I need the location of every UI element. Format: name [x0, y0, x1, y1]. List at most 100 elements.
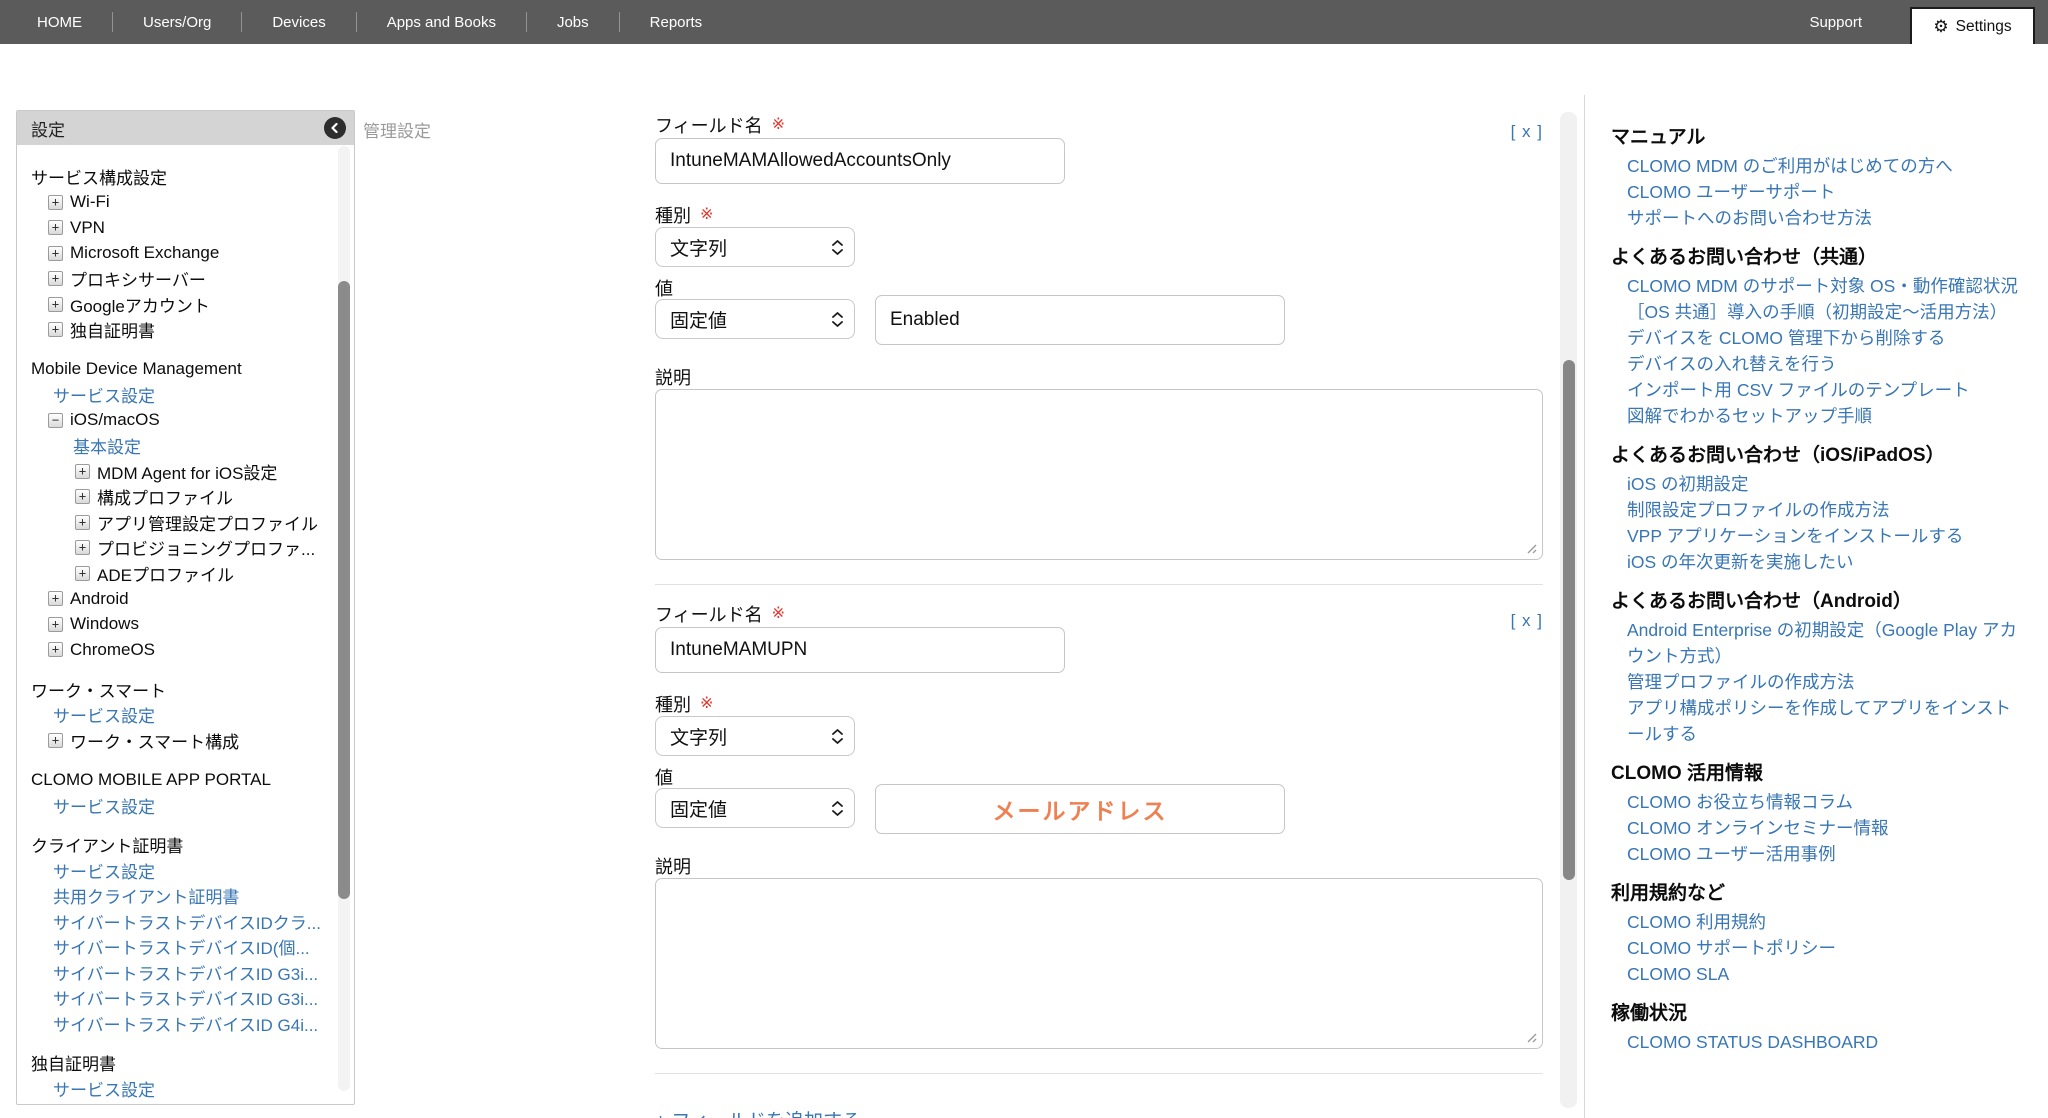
sidebar-scrollbar-thumb[interactable]: [338, 281, 350, 899]
expand-icon[interactable]: +: [48, 617, 63, 632]
expand-icon[interactable]: +: [48, 591, 63, 606]
tree-item[interactable]: サービス設定: [17, 858, 330, 884]
expand-icon[interactable]: +: [48, 297, 63, 312]
tree-link[interactable]: サイバートラストデバイスID G3i...: [53, 985, 318, 1010]
tree-link[interactable]: サイバートラストデバイスIDクラ...: [53, 909, 321, 934]
help-link[interactable]: アプリ構成ポリシーを作成してアプリをインストールする: [1611, 695, 2028, 747]
tree-item[interactable]: +プロキシサーバー: [17, 266, 330, 292]
expand-icon[interactable]: +: [48, 220, 63, 235]
tree-item[interactable]: 共用クライアント証明書: [17, 883, 330, 909]
help-link[interactable]: CLOMO STATUS DASHBOARD: [1611, 1029, 2028, 1055]
nav-item-apps-and-books[interactable]: Apps and Books: [387, 14, 496, 31]
tree-link[interactable]: サイバートラストデバイスID G4i...: [53, 1011, 318, 1036]
tree-link[interactable]: サイバートラストデバイスID G3i...: [53, 960, 318, 985]
panel-collapse-button[interactable]: [324, 117, 346, 139]
tree-item[interactable]: サービス設定: [17, 1076, 330, 1102]
field-name-input[interactable]: [655, 627, 1065, 673]
expand-icon[interactable]: +: [48, 642, 63, 657]
help-link[interactable]: 管理プロファイルの作成方法: [1611, 669, 2028, 695]
help-link[interactable]: iOS の初期設定: [1611, 471, 2028, 497]
description-textarea[interactable]: [655, 389, 1543, 560]
help-link[interactable]: CLOMO ユーザーサポート: [1611, 179, 2028, 205]
help-link[interactable]: ［OS 共通］導入の手順（初期設定〜活用方法）: [1611, 299, 2028, 325]
tree-item[interactable]: +ChromeOS: [17, 637, 330, 663]
description-textarea[interactable]: [655, 878, 1543, 1049]
help-link[interactable]: インポート用 CSV ファイルのテンプレート: [1611, 377, 2028, 403]
tree-item[interactable]: サイバートラストデバイスID G3i...: [17, 985, 330, 1011]
expand-icon[interactable]: +: [75, 566, 90, 581]
expand-icon[interactable]: +: [75, 540, 90, 555]
tree-item[interactable]: +Android: [17, 586, 330, 612]
help-link[interactable]: デバイスの入れ替えを行う: [1611, 351, 2028, 377]
tree-item[interactable]: +Wi-Fi: [17, 190, 330, 216]
tab-settings[interactable]: ⚙ Settings: [1910, 7, 2035, 44]
help-link[interactable]: 制限設定プロファイルの作成方法: [1611, 497, 2028, 523]
help-link[interactable]: VPP アプリケーションをインストールする: [1611, 523, 2028, 549]
help-link[interactable]: サポートへのお問い合わせ方法: [1611, 205, 2028, 231]
tree-link[interactable]: サービス設定: [53, 858, 155, 883]
help-link[interactable]: CLOMO SLA: [1611, 961, 2028, 987]
expand-icon[interactable]: +: [48, 733, 63, 748]
expand-icon[interactable]: +: [48, 271, 63, 286]
nav-item-users-org[interactable]: Users/Org: [143, 14, 211, 31]
tree-link[interactable]: 共用クライアント証明書: [53, 883, 239, 908]
remove-field-link[interactable]: [ x ]: [1511, 122, 1543, 142]
tree-item[interactable]: +構成プロファイル: [17, 484, 330, 510]
help-link[interactable]: Android Enterprise の初期設定（Google Play アカウ…: [1611, 617, 2028, 669]
field-name-input[interactable]: [655, 138, 1065, 184]
value-mode-select[interactable]: 固定値: [655, 299, 855, 339]
tree-item[interactable]: サイバートラストデバイスID(個...: [17, 934, 330, 960]
tree-item[interactable]: サービス設定: [17, 793, 330, 819]
tree-item[interactable]: 基本設定: [17, 433, 330, 459]
tree-item[interactable]: サイバートラストデバイスID G3i...: [17, 960, 330, 986]
expand-icon[interactable]: +: [48, 322, 63, 337]
tree-link[interactable]: サイバートラストデバイスID(個...: [53, 934, 310, 959]
help-link[interactable]: iOS の年次更新を実施したい: [1611, 549, 2028, 575]
help-link[interactable]: デバイスを CLOMO 管理下から削除する: [1611, 325, 2028, 351]
help-link[interactable]: CLOMO MDM のサポート対象 OS・動作確認状況: [1611, 273, 2028, 299]
help-link[interactable]: CLOMO 利用規約: [1611, 909, 2028, 935]
tree-item[interactable]: サービス設定: [17, 382, 330, 408]
tree-item[interactable]: −iOS/macOS: [17, 408, 330, 434]
tree-item[interactable]: +Microsoft Exchange: [17, 241, 330, 267]
tree-link[interactable]: サービス設定: [53, 1076, 155, 1101]
help-link[interactable]: CLOMO オンラインセミナー情報: [1611, 815, 2028, 841]
help-link[interactable]: CLOMO サポートポリシー: [1611, 935, 2028, 961]
resize-handle-icon[interactable]: [1525, 1031, 1537, 1043]
expand-icon[interactable]: +: [75, 464, 90, 479]
tree-link[interactable]: 基本設定: [73, 433, 141, 458]
remove-field-link[interactable]: [ x ]: [1511, 611, 1543, 631]
expand-icon[interactable]: +: [48, 246, 63, 261]
tree-link[interactable]: サービス設定: [53, 702, 155, 727]
tree-link[interactable]: サービス設定: [53, 793, 155, 818]
help-link[interactable]: CLOMO MDM のご利用がはじめての方へ: [1611, 153, 2028, 179]
tree-item[interactable]: +Windows: [17, 612, 330, 638]
tree-item[interactable]: サイバートラストデバイスID G4i...: [17, 1011, 330, 1037]
nav-item-devices[interactable]: Devices: [272, 14, 325, 31]
nav-item-reports[interactable]: Reports: [650, 14, 703, 31]
tree-link[interactable]: サービス設定: [53, 382, 155, 407]
value-input[interactable]: [875, 295, 1285, 345]
type-select[interactable]: 文字列: [655, 716, 855, 756]
tree-item[interactable]: サイバートラストデバイスIDクラ...: [17, 909, 330, 935]
help-link[interactable]: CLOMO お役立ち情報コラム: [1611, 789, 2028, 815]
tree-item[interactable]: +VPN: [17, 215, 330, 241]
tree-item[interactable]: +Googleアカウント: [17, 292, 330, 318]
main-scrollbar-thumb[interactable]: [1563, 360, 1575, 880]
tree-item[interactable]: +ADEプロファイル: [17, 561, 330, 587]
help-link[interactable]: 図解でわかるセットアップ手順: [1611, 403, 2028, 429]
expand-icon[interactable]: +: [48, 195, 63, 210]
tree-item[interactable]: +独自証明書: [17, 317, 330, 343]
type-select[interactable]: 文字列: [655, 227, 855, 267]
value-input[interactable]: [875, 784, 1285, 834]
tree-item[interactable]: +MDM Agent for iOS設定: [17, 459, 330, 485]
nav-item-home[interactable]: HOME: [37, 14, 82, 31]
tree-item[interactable]: +アプリ管理設定プロファイル: [17, 510, 330, 536]
value-mode-select[interactable]: 固定値: [655, 788, 855, 828]
tree-item[interactable]: サービス設定: [17, 702, 330, 728]
resize-handle-icon[interactable]: [1525, 542, 1537, 554]
collapse-icon[interactable]: −: [48, 413, 63, 428]
expand-icon[interactable]: +: [75, 489, 90, 504]
add-field-link[interactable]: + フィールドを追加する: [655, 1106, 861, 1118]
tree-item[interactable]: +ワーク・スマート構成: [17, 728, 330, 754]
